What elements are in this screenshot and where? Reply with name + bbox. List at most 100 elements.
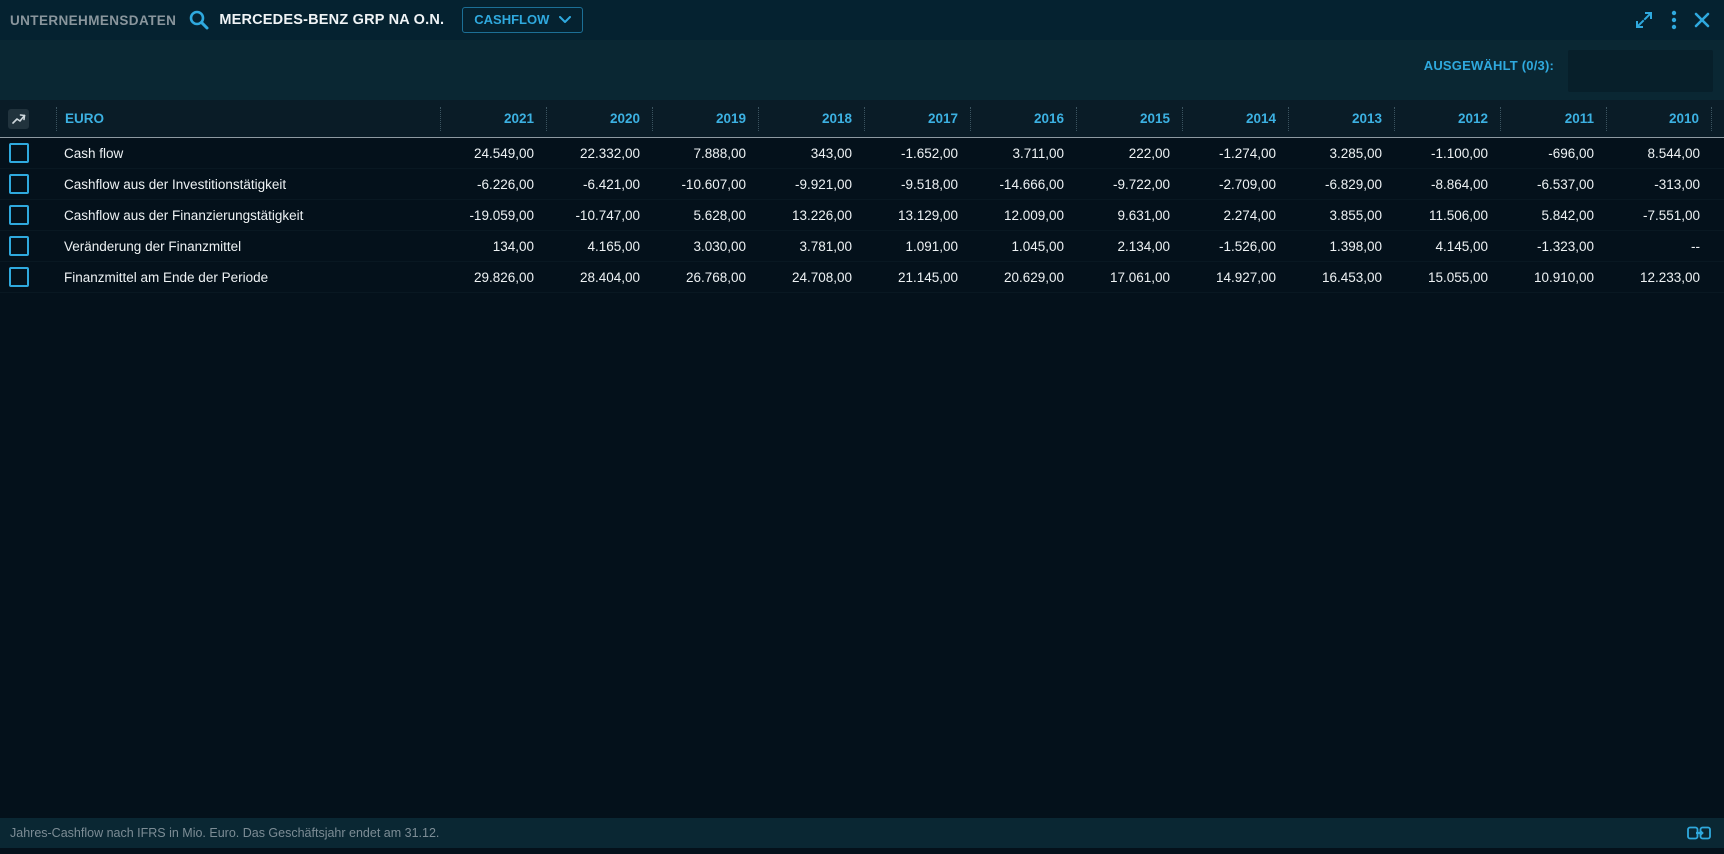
row-value: -19.059,00 [440, 208, 546, 223]
search-button[interactable] [188, 9, 210, 31]
column-header-currency: EURO [56, 107, 440, 131]
row-value: 2.274,00 [1182, 208, 1288, 223]
security-name[interactable]: MERCEDES-BENZ GRP NA O.N. [219, 12, 444, 28]
view-selector-dropdown[interactable]: CASHFLOW [462, 7, 583, 33]
chart-button[interactable] [8, 109, 29, 129]
view-selector-value: CASHFLOW [474, 12, 549, 27]
row-select-cell [0, 205, 56, 225]
row-value: -696,00 [1500, 146, 1606, 161]
column-header-year: 2021 [440, 107, 546, 131]
row-value: 9.631,00 [1076, 208, 1182, 223]
row-select-cell [0, 267, 56, 287]
row-value: 5.628,00 [652, 208, 758, 223]
row-label: Cashflow aus der Finanzierungstätigkeit [56, 208, 440, 223]
row-value: 4.165,00 [546, 239, 652, 254]
row-value: 10.910,00 [1500, 270, 1606, 285]
row-value: -1.323,00 [1500, 239, 1606, 254]
row-label: Cash flow [56, 146, 440, 161]
row-value: 5.842,00 [1500, 208, 1606, 223]
row-value: 3.855,00 [1288, 208, 1394, 223]
table-header-row: EURO 2021 2020 2019 2018 2017 2016 2015 … [0, 100, 1724, 138]
row-value: 3.285,00 [1288, 146, 1394, 161]
row-value: -6.226,00 [440, 177, 546, 192]
row-value: 29.826,00 [440, 270, 546, 285]
link-icon [1687, 826, 1711, 840]
row-value: 28.404,00 [546, 270, 652, 285]
row-value: 343,00 [758, 146, 864, 161]
row-value: -10.747,00 [546, 208, 652, 223]
row-checkbox[interactable] [9, 143, 29, 163]
row-value: -1.274,00 [1182, 146, 1288, 161]
row-value: 134,00 [440, 239, 546, 254]
table-row: Cashflow aus der Finanzierungstätigkeit … [0, 200, 1724, 231]
row-value: -7.551,00 [1606, 208, 1712, 223]
row-select-cell [0, 143, 56, 163]
row-value: 1.398,00 [1288, 239, 1394, 254]
title-bar: UNTERNEHMENSDATEN MERCEDES-BENZ GRP NA O… [0, 0, 1724, 40]
row-value: 1.045,00 [970, 239, 1076, 254]
table-row: Veränderung der Finanzmittel 134,00 4.16… [0, 231, 1724, 262]
row-checkbox[interactable] [9, 236, 29, 256]
row-value: -10.607,00 [652, 177, 758, 192]
row-value: 8.544,00 [1606, 146, 1712, 161]
row-value: -9.518,00 [864, 177, 970, 192]
row-value: -1.652,00 [864, 146, 970, 161]
row-value: 3.711,00 [970, 146, 1076, 161]
row-value: 20.629,00 [970, 270, 1076, 285]
module-title: UNTERNEHMENSDATEN [10, 13, 176, 28]
row-value: 7.888,00 [652, 146, 758, 161]
row-value: 24.708,00 [758, 270, 864, 285]
column-header-year: 2013 [1288, 107, 1394, 131]
row-value: 12.009,00 [970, 208, 1076, 223]
column-header-year: 2018 [758, 107, 864, 131]
row-value: 1.091,00 [864, 239, 970, 254]
selection-bar: AUSGEWÄHLT (0/3): [0, 40, 1724, 100]
row-value: -14.666,00 [970, 177, 1076, 192]
row-value: -6.537,00 [1500, 177, 1606, 192]
column-header-year: 2019 [652, 107, 758, 131]
table-row: Cash flow 24.549,00 22.332,00 7.888,00 3… [0, 138, 1724, 169]
row-value: 24.549,00 [440, 146, 546, 161]
row-checkbox[interactable] [9, 174, 29, 194]
footnote-text: Jahres-Cashflow nach IFRS in Mio. Euro. … [10, 826, 439, 840]
link-windows-button[interactable] [1687, 826, 1711, 840]
row-value: 3.781,00 [758, 239, 864, 254]
row-label: Finanzmittel am Ende der Periode [56, 270, 440, 285]
row-value: 11.506,00 [1394, 208, 1500, 223]
table-row: Cashflow aus der Investitionstätigkeit -… [0, 169, 1724, 200]
close-icon [1694, 12, 1710, 28]
row-value: 14.927,00 [1182, 270, 1288, 285]
column-header-year: 2012 [1394, 107, 1500, 131]
more-options-button[interactable] [1671, 10, 1677, 30]
row-value: 222,00 [1076, 146, 1182, 161]
column-header-year: 2014 [1182, 107, 1288, 131]
row-value: -9.921,00 [758, 177, 864, 192]
close-button[interactable] [1694, 12, 1710, 28]
selected-count-label: AUSGEWÄHLT (0/3): [1424, 58, 1554, 73]
footer-bar: Jahres-Cashflow nach IFRS in Mio. Euro. … [0, 818, 1724, 848]
row-checkbox[interactable] [9, 267, 29, 287]
row-value: -1.100,00 [1394, 146, 1500, 161]
row-checkbox[interactable] [9, 205, 29, 225]
content-empty-area [0, 293, 1724, 818]
row-value: 13.129,00 [864, 208, 970, 223]
search-icon [188, 9, 210, 31]
row-value: 16.453,00 [1288, 270, 1394, 285]
row-label: Veränderung der Finanzmittel [56, 239, 440, 254]
row-value: -- [1606, 239, 1712, 254]
column-header-year: 2011 [1500, 107, 1606, 131]
row-value: -2.709,00 [1182, 177, 1288, 192]
expand-button[interactable] [1634, 10, 1654, 30]
row-value: 15.055,00 [1394, 270, 1500, 285]
chart-column-header [0, 109, 56, 129]
cashflow-table: EURO 2021 2020 2019 2018 2017 2016 2015 … [0, 100, 1724, 293]
row-value: 26.768,00 [652, 270, 758, 285]
row-value: -9.722,00 [1076, 177, 1182, 192]
window-controls [1634, 10, 1710, 30]
column-header-year: 2017 [864, 107, 970, 131]
row-value: 22.332,00 [546, 146, 652, 161]
row-value: -6.829,00 [1288, 177, 1394, 192]
table-row: Finanzmittel am Ende der Periode 29.826,… [0, 262, 1724, 293]
expand-icon [1634, 10, 1654, 30]
row-select-cell [0, 174, 56, 194]
